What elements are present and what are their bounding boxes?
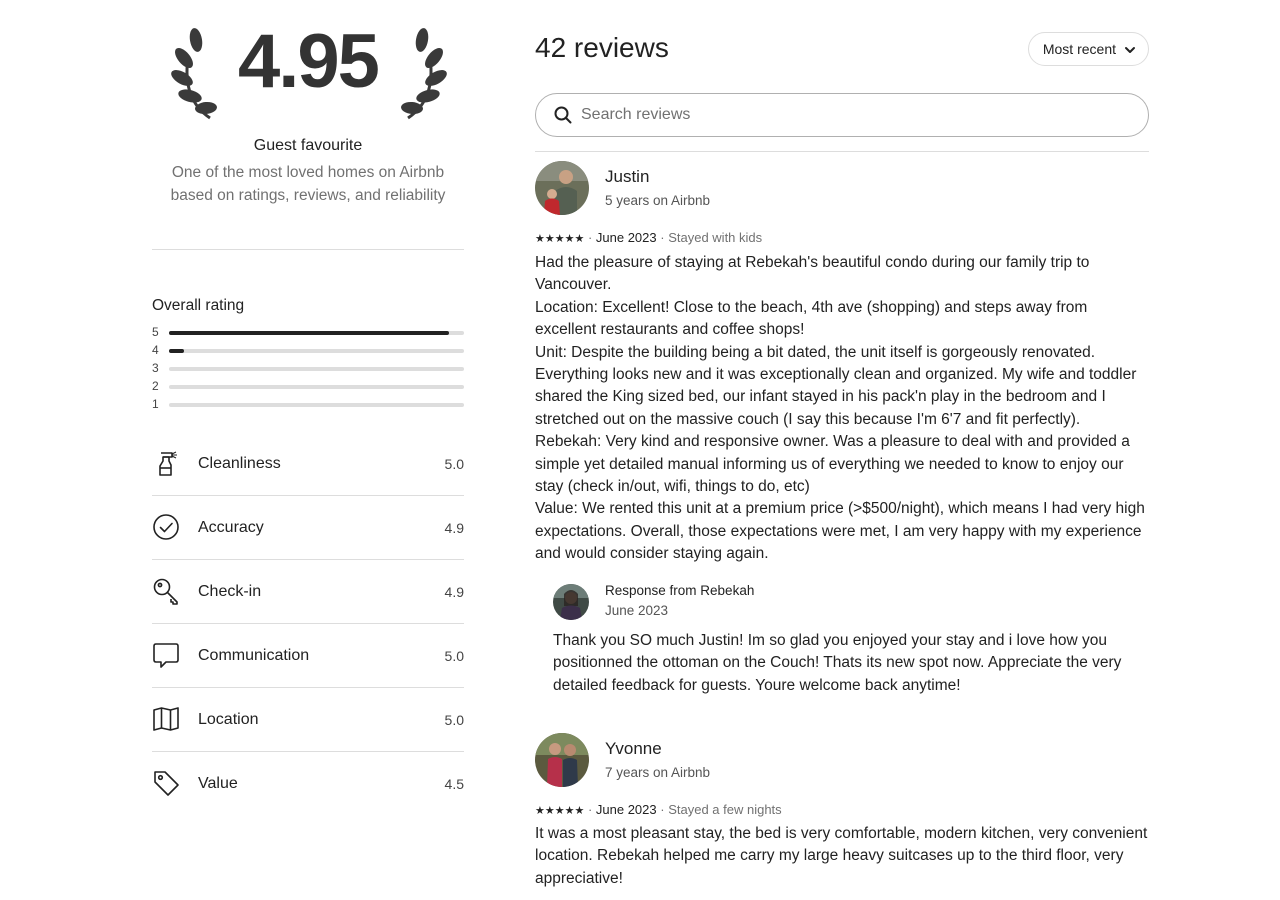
rating-bar-row: 3 xyxy=(152,360,464,378)
review-meta: ★★★★★ · June 2023 · Stayed a few nights xyxy=(535,802,782,817)
check-circle-icon xyxy=(153,514,179,540)
rating-bar-label: 1 xyxy=(152,397,159,411)
sort-dropdown-button[interactable]: Most recent xyxy=(1027,32,1149,66)
search-icon xyxy=(554,106,572,124)
category-cleanliness: Cleanliness 5.0 xyxy=(152,432,464,496)
meta-separator: · xyxy=(660,230,669,245)
star-rating: ★★★★★ xyxy=(535,805,585,817)
tag-icon xyxy=(154,771,179,796)
rating-bar-row: 2 xyxy=(152,378,464,396)
reviewer-name[interactable]: Yvonne xyxy=(605,739,662,759)
review-item: Justin 5 years on Airbnb ★★★★★ · June 20… xyxy=(535,161,1149,701)
category-label: Location xyxy=(198,711,259,728)
guest-favourite-title: Guest favourite xyxy=(253,137,363,154)
category-label: Accuracy xyxy=(198,519,264,536)
summary-divider xyxy=(152,249,464,250)
rating-bar-label: 3 xyxy=(152,361,159,375)
reviews-count-heading: 42 reviews xyxy=(535,32,669,63)
laurel-right-icon xyxy=(401,28,447,120)
chevron-down-icon xyxy=(1125,47,1135,53)
category-accuracy: Accuracy 4.9 xyxy=(152,496,464,560)
review-text: It was a most pleasant stay, the bed is … xyxy=(535,823,1149,890)
guest-favourite-desc-line1: One of the most loved homes on Airbnb xyxy=(171,164,445,181)
host-avatar[interactable] xyxy=(553,584,589,620)
category-score: 4.9 xyxy=(444,520,464,536)
category-communication: Communication 5.0 xyxy=(152,624,464,688)
rating-bar-row: 5 xyxy=(152,324,464,342)
rating-bar-label: 4 xyxy=(152,343,159,357)
reviews-divider xyxy=(535,151,1149,152)
category-value: Value 4.5 xyxy=(152,752,464,816)
meta-separator: · xyxy=(587,802,596,817)
spray-bottle-icon xyxy=(159,451,177,476)
rating-bar-row: 4 xyxy=(152,342,464,360)
reviewer-tenure: 7 years on Airbnb xyxy=(605,765,711,780)
rating-bar-row: 1 xyxy=(152,396,464,414)
rating-bar-label: 5 xyxy=(152,325,159,339)
category-score: 5.0 xyxy=(444,648,464,664)
reviewer-tenure: 5 years on Airbnb xyxy=(605,193,711,208)
trip-type: Stayed with kids xyxy=(668,230,763,245)
guest-favourite-desc-line2: based on ratings, reviews, and reliabili… xyxy=(170,187,446,204)
host-response-text: Thank you SO much Justin! Im so glad you… xyxy=(553,632,1122,694)
review-item: Yvonne 7 years on Airbnb ★★★★★ · June 20… xyxy=(535,733,1149,900)
review-paragraph: Had the pleasure of staying at Rebekah's… xyxy=(535,254,1090,294)
map-icon xyxy=(153,707,179,731)
avatar-photo-icon xyxy=(535,733,589,787)
reviewer-avatar[interactable] xyxy=(535,161,589,215)
reviewer-avatar[interactable] xyxy=(535,733,589,787)
category-label: Cleanliness xyxy=(198,455,281,472)
guest-favourite-hero: 4.95 xyxy=(152,0,464,130)
rating-bar-fill xyxy=(169,331,450,335)
review-paragraph: Rebekah: Very kind and responsive owner.… xyxy=(535,433,1130,496)
search-reviews-field[interactable] xyxy=(535,93,1149,137)
trip-type: Stayed a few nights xyxy=(668,802,782,817)
category-label: Check-in xyxy=(198,583,262,600)
search-reviews-input[interactable] xyxy=(581,104,1101,126)
review-date: June 2023 xyxy=(595,230,657,245)
rating-bar-track xyxy=(169,349,464,353)
meta-separator: · xyxy=(660,802,669,817)
review-paragraph: Unit: Despite the building being a bit d… xyxy=(535,343,1137,428)
avatar-photo-icon xyxy=(553,584,589,620)
review-text: Had the pleasure of staying at Rebekah's… xyxy=(535,252,1149,566)
review-meta: ★★★★★ · June 2023 · Stayed with kids xyxy=(535,230,762,245)
rating-bar-track xyxy=(169,403,464,407)
rating-bar-fill xyxy=(169,349,184,353)
host-response-title: Response from Rebekah xyxy=(605,583,755,598)
sort-label: Most recent xyxy=(1042,41,1116,57)
category-check-in: Check-in 4.9 xyxy=(152,560,464,624)
rating-bar-track xyxy=(169,367,464,371)
category-score: 5.0 xyxy=(444,456,464,472)
category-label: Communication xyxy=(198,647,310,664)
key-icon xyxy=(153,578,178,605)
category-score: 4.5 xyxy=(444,776,464,792)
review-paragraph: Value: We rented this unit at a premium … xyxy=(535,500,1145,563)
guest-favourite-description: One of the most loved homes on Airbnb ba… xyxy=(152,161,464,207)
star-rating: ★★★★★ xyxy=(535,233,585,245)
avatar-photo-icon xyxy=(535,161,589,215)
chat-bubble-icon xyxy=(153,643,179,668)
meta-separator: · xyxy=(587,230,596,245)
rating-bar-track xyxy=(169,385,464,389)
review-paragraph: Location: Excellent! Close to the beach,… xyxy=(535,298,1088,339)
review-date: June 2023 xyxy=(595,802,657,817)
category-score: 4.9 xyxy=(444,584,464,600)
review-paragraph: It was a most pleasant stay, the bed is … xyxy=(535,825,1148,887)
reviewer-name[interactable]: Justin xyxy=(605,167,649,187)
rating-distribution: 5 4 3 2 1 xyxy=(152,324,464,414)
category-label: Value xyxy=(198,775,238,792)
category-ratings: Cleanliness 5.0 Accuracy 4.9 Check-in 4.… xyxy=(152,432,464,816)
category-score: 5.0 xyxy=(444,712,464,728)
rating-bar-label: 2 xyxy=(152,379,159,393)
host-response-date: June 2023 xyxy=(605,603,669,618)
category-location: Location 5.0 xyxy=(152,688,464,752)
rating-summary-panel: 4.95 Guest favourite One of the most lov… xyxy=(152,0,464,796)
overall-rating-title: Overall rating xyxy=(152,297,245,314)
rating-bar-track xyxy=(169,331,464,335)
